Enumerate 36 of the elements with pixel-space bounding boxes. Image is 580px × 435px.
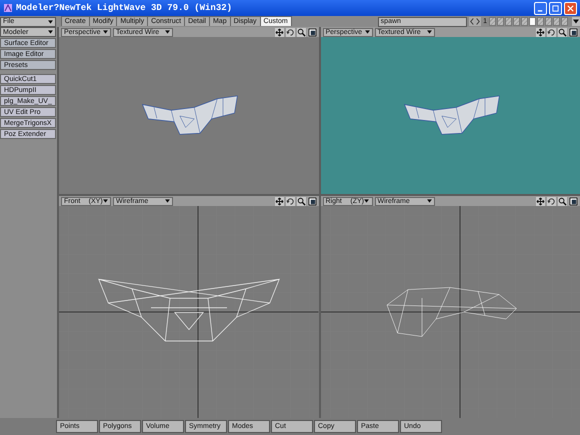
move-icon[interactable]: [274, 28, 284, 36]
caret-icon: [165, 199, 170, 203]
maximize-button[interactable]: [549, 2, 562, 14]
maximize-viewport-icon[interactable]: [308, 196, 316, 206]
maximize-viewport-icon[interactable]: [308, 28, 316, 36]
maximize-viewport-icon[interactable]: [569, 196, 578, 206]
move-icon[interactable]: [536, 28, 545, 36]
rotate-icon[interactable]: [547, 196, 556, 206]
caret-icon: [364, 30, 370, 34]
maximize-icon: [552, 4, 559, 12]
caret-icon: [426, 199, 432, 203]
caret-icon: [364, 199, 370, 203]
zoom-icon[interactable]: [558, 196, 567, 206]
zoom-icon[interactable]: [296, 196, 306, 206]
caret-icon: [103, 30, 108, 34]
app-icon: [3, 3, 13, 13]
caret-icon: [48, 20, 53, 24]
zoom-icon[interactable]: [296, 28, 306, 36]
caret-icon: [103, 199, 108, 203]
caret-icon: [165, 30, 170, 34]
window-title: Modeler?NewTek LightWave 3D 79.0 (Win32): [16, 3, 234, 13]
caret-icon: [48, 30, 53, 34]
move-icon[interactable]: [536, 196, 545, 206]
close-icon: [567, 4, 574, 12]
caret-icon[interactable]: [572, 17, 580, 26]
layer-button[interactable]: [529, 17, 536, 26]
rotate-icon[interactable]: [547, 28, 556, 36]
rotate-icon[interactable]: [286, 196, 294, 206]
maximize-viewport-icon[interactable]: [569, 28, 578, 36]
zoom-icon[interactable]: [558, 28, 567, 36]
close-button[interactable]: [564, 2, 577, 14]
layer-arrows-icon[interactable]: [469, 17, 482, 26]
move-icon[interactable]: [274, 196, 284, 206]
minimize-button[interactable]: [534, 2, 547, 14]
rotate-icon[interactable]: [286, 28, 294, 36]
caret-icon: [426, 30, 432, 34]
